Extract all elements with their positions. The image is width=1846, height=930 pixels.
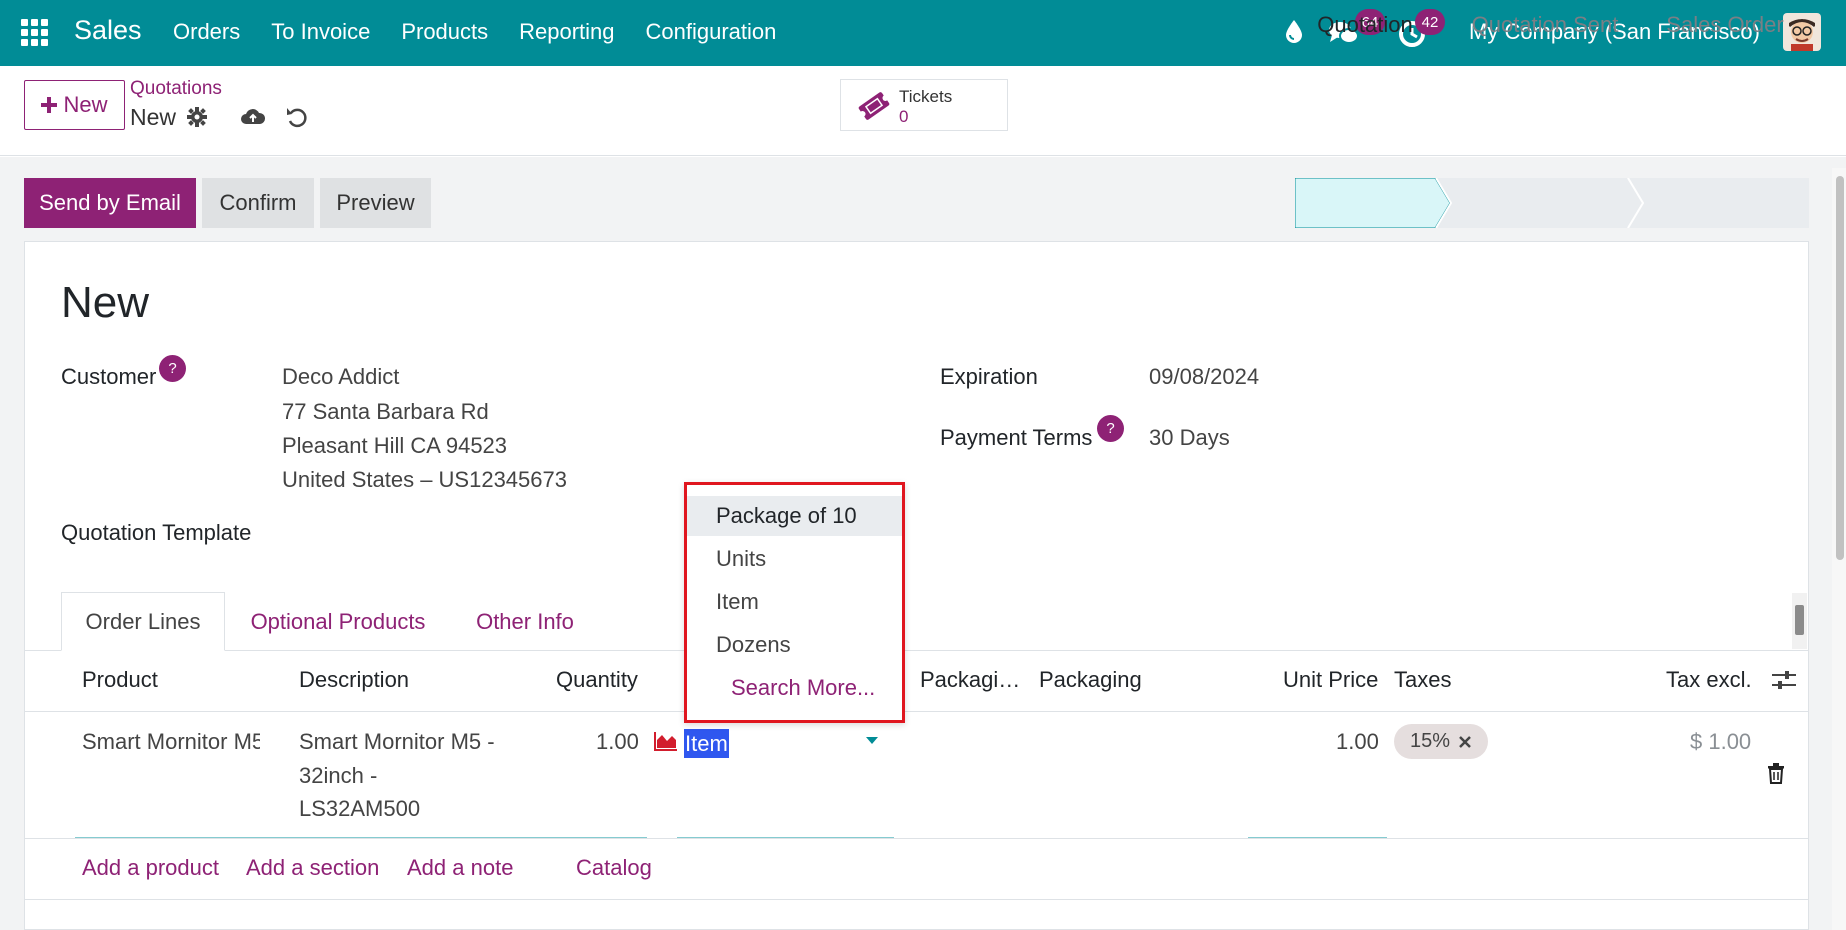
payment-terms-help-icon[interactable]: ? xyxy=(1097,415,1124,442)
discard-undo-icon[interactable] xyxy=(285,105,309,129)
page-scrollbar-thumb[interactable] xyxy=(1836,176,1844,560)
uom-dropdown: Package of 10 Units Item Dozens Search M… xyxy=(684,482,905,723)
col-tax-excl[interactable]: Tax excl. xyxy=(1666,667,1752,693)
uom-option-units[interactable]: Units xyxy=(687,539,902,579)
record-title: New xyxy=(61,278,150,327)
expiration-field[interactable]: 09/08/2024 xyxy=(1149,364,1259,390)
app-brand[interactable]: Sales xyxy=(74,15,142,46)
customer-name[interactable]: Deco Addict xyxy=(282,364,399,390)
menu-orders[interactable]: Orders xyxy=(173,19,240,45)
col-unit-price[interactable]: Unit Price xyxy=(1283,667,1378,693)
payment-terms-label: Payment Terms xyxy=(940,425,1093,450)
preview-button[interactable]: Preview xyxy=(320,178,431,228)
uom-search-more[interactable]: Search More... xyxy=(687,668,902,708)
ticket-icon xyxy=(858,92,890,120)
new-button-label: New xyxy=(63,92,108,117)
row-description-line3[interactable]: LS32AM500 xyxy=(299,796,420,822)
customer-address-line3: United States – US12345673 xyxy=(282,467,567,492)
menu-reporting[interactable]: Reporting xyxy=(519,19,614,45)
stage-quotation-sent[interactable]: Quotation Sent xyxy=(1450,0,1640,50)
delete-trash-icon[interactable] xyxy=(1767,763,1785,784)
control-panel: New Quotations New Tickets 0 xyxy=(0,66,1846,156)
menu-configuration[interactable]: Configuration xyxy=(646,19,777,45)
footer-divider xyxy=(24,899,1809,900)
col-product[interactable]: Product xyxy=(82,667,158,693)
row-product[interactable]: Smart Mornitor M5 xyxy=(82,729,260,755)
confirm-button[interactable]: Confirm xyxy=(202,178,314,228)
row-unit-price[interactable]: 1.00 xyxy=(1336,729,1379,755)
stage-quotation[interactable]: Quotation xyxy=(1295,0,1435,50)
tickets-smart-button[interactable]: Tickets 0 xyxy=(840,79,1008,131)
col-packaging-qty[interactable]: Packagi… xyxy=(920,667,1020,693)
col-description[interactable]: Description xyxy=(299,667,409,693)
gear-icon[interactable] xyxy=(187,107,207,127)
tab-scrollbar-thumb[interactable] xyxy=(1795,605,1804,635)
plus-icon xyxy=(41,97,58,113)
tax-tag[interactable]: 15% xyxy=(1394,724,1488,759)
add-note-link[interactable]: Add a note xyxy=(407,855,513,881)
remove-tag-icon[interactable] xyxy=(1458,735,1472,749)
tickets-label: Tickets xyxy=(899,87,953,106)
customer-address-line2: Pleasant Hill CA 94523 xyxy=(282,433,508,458)
row-subtotal: $ 1.00 xyxy=(1690,729,1752,754)
add-product-link[interactable]: Add a product xyxy=(82,855,219,881)
tickets-count: 0 xyxy=(899,107,909,126)
col-quantity[interactable]: Quantity xyxy=(556,667,638,693)
customer-label: Customer xyxy=(61,364,157,389)
tab-optional-products[interactable]: Optional Products xyxy=(228,592,448,651)
stage-sales-order[interactable]: Sales Order xyxy=(1640,0,1810,50)
forecast-chart-icon[interactable] xyxy=(654,731,678,751)
customer-address-line1: 77 Santa Barbara Rd xyxy=(282,399,489,424)
quotation-template-label: Quotation Template xyxy=(61,520,252,545)
uom-option-package-of-10[interactable]: Package of 10 xyxy=(687,496,902,536)
app-grid-icon[interactable] xyxy=(21,19,48,46)
menu-to-invoice[interactable]: To Invoice xyxy=(271,19,370,45)
expiration-label: Expiration xyxy=(940,364,1038,389)
new-button[interactable]: New xyxy=(24,80,125,130)
save-cloud-icon[interactable] xyxy=(240,106,266,128)
breadcrumb-quotations[interactable]: Quotations xyxy=(130,78,222,100)
row-divider xyxy=(24,838,1809,839)
col-taxes[interactable]: Taxes xyxy=(1394,667,1451,693)
tab-other-info[interactable]: Other Info xyxy=(462,592,588,651)
send-by-email-button[interactable]: Send by Email xyxy=(24,178,196,228)
row-quantity[interactable]: 1.00 xyxy=(596,729,639,755)
customer-help-icon[interactable]: ? xyxy=(159,355,186,382)
optional-columns-icon[interactable] xyxy=(1772,669,1796,691)
nav-menu: Orders To Invoice Products Reporting Con… xyxy=(173,19,776,45)
tab-order-lines[interactable]: Order Lines xyxy=(61,592,225,651)
payment-terms-field[interactable]: 30 Days xyxy=(1149,425,1230,451)
row-description-line2[interactable]: 32inch - xyxy=(299,763,377,789)
col-packaging[interactable]: Packaging xyxy=(1039,667,1142,693)
breadcrumb-current: New xyxy=(130,104,177,130)
menu-products[interactable]: Products xyxy=(401,19,488,45)
add-section-link[interactable]: Add a section xyxy=(246,855,379,881)
tax-tag-label: 15% xyxy=(1409,730,1451,752)
row-description-line1[interactable]: Smart Mornitor M5 - xyxy=(299,729,495,755)
uom-option-item[interactable]: Item xyxy=(687,582,902,622)
form-sheet xyxy=(24,241,1809,930)
catalog-link[interactable]: Catalog xyxy=(576,855,652,881)
uom-dropdown-caret-icon[interactable] xyxy=(866,737,878,744)
status-pipeline xyxy=(1295,178,1809,228)
uom-option-dozens[interactable]: Dozens xyxy=(687,625,902,665)
header-divider xyxy=(24,711,1809,712)
uom-input[interactable]: Item xyxy=(684,729,729,758)
